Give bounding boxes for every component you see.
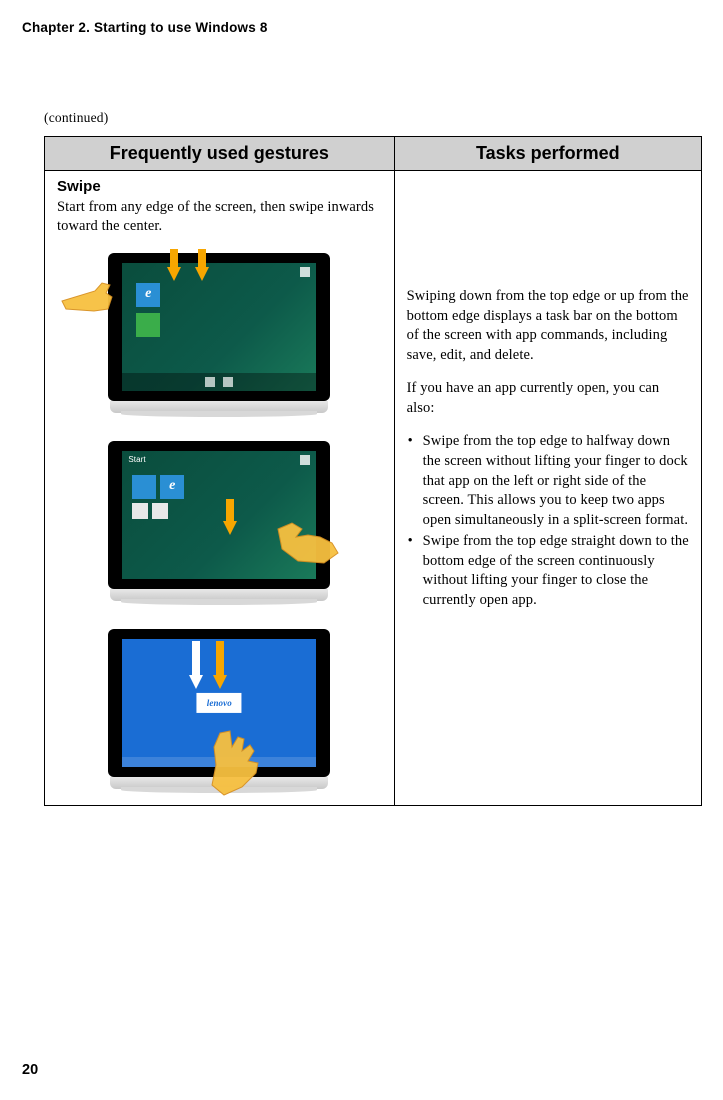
tile-ie-icon: e bbox=[160, 475, 184, 499]
table-header-tasks: Tasks performed bbox=[394, 137, 701, 171]
start-label: Start bbox=[128, 455, 145, 466]
task-bullet-2: Swipe from the top edge straight down to… bbox=[407, 532, 689, 610]
app-taskbar bbox=[122, 373, 316, 391]
gesture-title: Swipe bbox=[57, 178, 101, 195]
task-paragraph-2: If you have an app currently open, you c… bbox=[407, 379, 689, 418]
tile-store-icon bbox=[136, 313, 160, 337]
tablet-dock-app: Start e bbox=[108, 441, 330, 601]
task-bullet-list: Swipe from the top edge to halfway down … bbox=[407, 432, 689, 610]
table-row: Swipe Start from any edge of the screen,… bbox=[45, 171, 702, 806]
tile-ie-icon: e bbox=[136, 283, 160, 307]
user-icon bbox=[300, 267, 310, 277]
task-bullet-1: Swipe from the top edge to halfway down … bbox=[407, 432, 689, 530]
tile-icon bbox=[132, 503, 148, 519]
cell-tasks: Swiping down from the top edge or up fro… bbox=[394, 171, 701, 806]
taskbar-icon bbox=[205, 377, 215, 387]
cell-gesture: Swipe Start from any edge of the screen,… bbox=[45, 171, 395, 806]
lenovo-logo: lenovo bbox=[197, 693, 242, 713]
tile-icon bbox=[152, 503, 168, 519]
tablet-swipe-top: e bbox=[108, 253, 330, 413]
chapter-header: Chapter 2. Starting to use Windows 8 bbox=[22, 20, 701, 35]
table-header-gestures: Frequently used gestures bbox=[45, 137, 395, 171]
hand-icon bbox=[60, 271, 120, 319]
task-paragraph-1: Swiping down from the top edge or up fro… bbox=[407, 287, 689, 365]
hand-icon bbox=[202, 729, 272, 801]
hand-icon bbox=[274, 519, 346, 575]
tile-icon bbox=[132, 475, 156, 499]
continued-label: (continued) bbox=[44, 110, 701, 126]
taskbar-icon bbox=[223, 377, 233, 387]
gesture-description: Start from any edge of the screen, then … bbox=[57, 199, 374, 235]
tablet-close-app: lenovo bbox=[108, 629, 330, 789]
gesture-table: Frequently used gestures Tasks performed… bbox=[44, 136, 702, 806]
tablet-illustrations: e bbox=[57, 253, 382, 789]
user-icon bbox=[300, 455, 310, 465]
page-number: 20 bbox=[22, 1062, 38, 1078]
